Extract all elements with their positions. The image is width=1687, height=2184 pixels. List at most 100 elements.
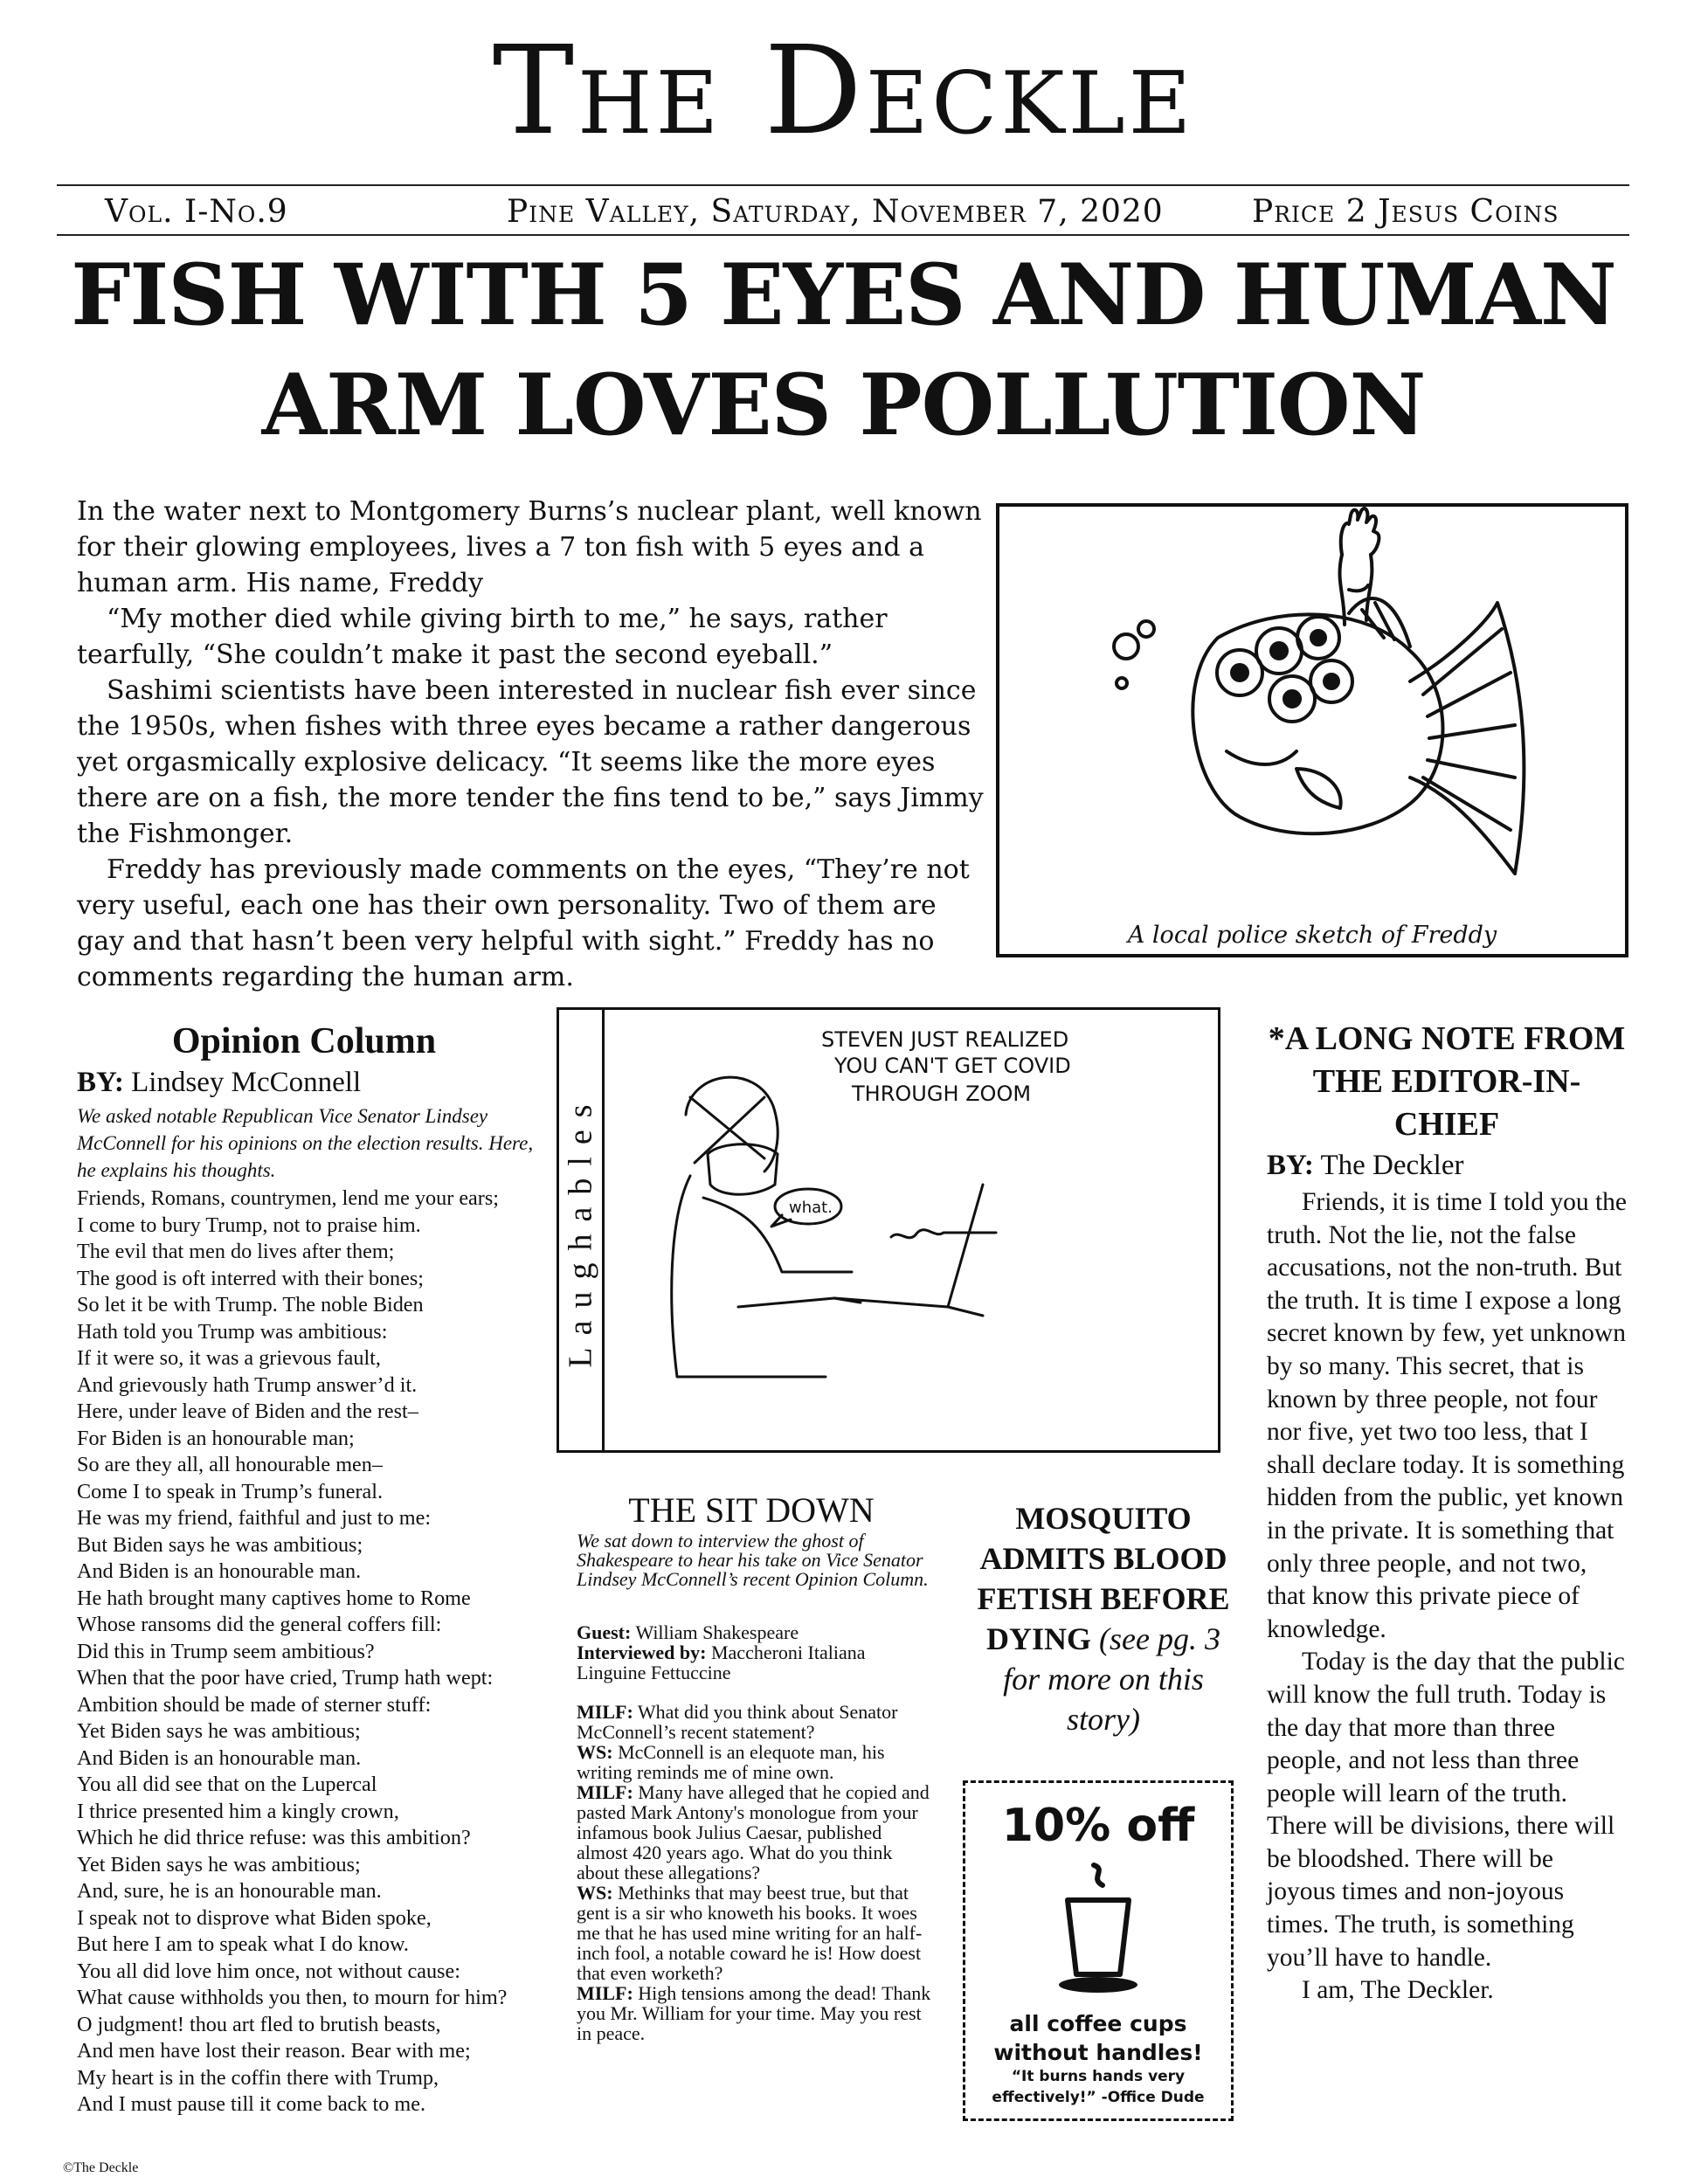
poem-line: Friends, Romans, countrymen, lend me you…	[77, 1186, 499, 1210]
fish-sketch-caption: A local police sketch of Freddy	[1127, 922, 1497, 949]
qa-item: WS: Methinks that may beest true, but th…	[577, 1883, 935, 1983]
price: Price 2 Jesus Coins	[1252, 194, 1559, 230]
poem-line: He hath brought many captives home to Ro…	[77, 1586, 471, 1610]
poem-line: Yet Biden says he was ambitious;	[77, 1852, 361, 1876]
qa-speaker: WS:	[577, 1882, 613, 1904]
poem-line: If it were so, it was a grievous fault,	[77, 1346, 381, 1370]
masthead-bottom-rule	[57, 234, 1629, 236]
editor-paragraph-2: Today is the day that the public will kn…	[1267, 1648, 1625, 1972]
guest-name: William Shakespeare	[635, 1621, 799, 1643]
copyright-notice: ©The Deckle	[63, 2160, 139, 2175]
qa-speaker: MILF:	[577, 1781, 633, 1803]
sit-down-body: Guest: William Shakespeare Interviewed b…	[577, 1622, 935, 2043]
poem-line: Whose ransoms did the general coffers fi…	[77, 1613, 442, 1636]
poem-line: I speak not to disprove what Biden spoke…	[77, 1905, 432, 1930]
poem-line: He was my friend, faithful and just to m…	[77, 1506, 432, 1530]
lead-paragraph-4: Freddy has previously made comments on t…	[77, 854, 970, 992]
poem-line: I come to bury Trump, not to praise him.	[77, 1213, 421, 1237]
poem-line: But Biden says he was ambitious;	[77, 1532, 363, 1557]
volume-number: Vol. I-No.9	[105, 194, 288, 230]
poem-line: Ambition should be made of sterner stuff…	[77, 1692, 432, 1717]
sit-down-title: THE SIT DOWN	[628, 1490, 875, 1530]
poem-line: Come I to speak in Trump’s funeral.	[77, 1479, 384, 1503]
masthead-title: The Deckle	[492, 20, 1195, 162]
opinion-poem: Friends, Romans, countrymen, lend me you…	[77, 1185, 549, 2118]
poem-line: The evil that men do lives after them;	[77, 1240, 395, 1263]
comic-caption-line-1: STEVEN JUST REALIZED	[821, 1027, 1068, 1052]
poem-line: You all did see that on the Lupercal	[77, 1773, 377, 1796]
poem-line: And Biden is an honourable man.	[77, 1559, 362, 1583]
poem-line: O judgment! thou art fled to brutish bea…	[77, 2012, 441, 2036]
qa-text: McConnell is an elequote man, his writin…	[577, 1741, 885, 1783]
poem-line: And, sure, he is an honourable man.	[77, 1879, 382, 1903]
poem-line: But here I am to speak what I do know.	[77, 1932, 409, 1956]
poem-line: When that the poor have cried, Trump hat…	[77, 1666, 494, 1690]
fish-sketch-frame	[996, 503, 1628, 957]
editor-note-body: Friends, it is time I told you the truth…	[1267, 1186, 1627, 2008]
poem-line: Yet Biden says he was ambitious;	[77, 1719, 361, 1743]
qa-speaker: MILF:	[577, 1701, 633, 1723]
editor-note-title: *A LONG NOTE FROM THE EDITOR-IN-CHIEF	[1268, 1020, 1626, 1143]
byline-label: BY:	[1267, 1150, 1314, 1181]
poem-line: I thrice presented him a kingly crown,	[77, 1799, 399, 1823]
place-date: Pine Valley, Saturday, November 7, 2020	[507, 194, 1164, 230]
poem-line: What cause withholds you then, to mourn …	[77, 1986, 508, 2009]
editor-paragraph-1: Friends, it is time I told you the truth…	[1267, 1188, 1628, 1643]
poem-line: Here, under leave of Biden and the rest–	[77, 1400, 418, 1423]
poem-line: And men have lost their reason. Bear wit…	[77, 2039, 471, 2063]
poem-line: You all did love him once, not without c…	[77, 1959, 460, 1983]
laughables-cartoon: STEVEN JUST REALIZED YOU CAN'T GET COVID…	[670, 1027, 1071, 1379]
poem-line: Hath told you Trump was ambitious:	[77, 1319, 388, 1344]
poem-line: My heart is in the coffin there with Tru…	[77, 2065, 439, 2090]
qa-text: Methinks that may beest true, but that g…	[577, 1882, 923, 1984]
opinion-author: Lindsey McConnell	[131, 1067, 362, 1098]
qa-item: WS: McConnell is an elequote man, his wr…	[577, 1742, 935, 1782]
comic-caption-line-2: YOU CAN'T GET COVID	[833, 1054, 1071, 1078]
laughables-label: Laughables	[562, 1092, 599, 1368]
coupon-offer: 10% off	[1001, 1800, 1195, 1852]
editor-note-byline: BY: The Deckler	[1267, 1147, 1463, 1184]
lead-paragraph-2: “My mother died while giving birth to me…	[77, 604, 888, 670]
poem-line: For Biden is an honourable man;	[77, 1426, 355, 1450]
lead-paragraph-1: In the water next to Montgomery Burns’s …	[77, 496, 982, 598]
fish-sketch-illustration	[1112, 507, 1526, 875]
byline-label: BY:	[77, 1067, 124, 1098]
poem-line: And I must pause till it come back to me…	[77, 2092, 426, 2116]
poem-line: And Biden is an honourable man.	[77, 1745, 362, 1770]
qa-item: MILF: What did you think about Senator M…	[577, 1702, 935, 1742]
guest-label: Guest:	[577, 1621, 632, 1643]
poem-line: And grievously hath Trump answer’d it.	[77, 1372, 418, 1397]
sit-down-intro: We sat down to interview the ghost of Sh…	[577, 1530, 929, 1590]
poem-line: The good is oft interred with their bone…	[77, 1266, 424, 1290]
headline-line-1: FISH WITH 5 EYES AND HUMAN	[71, 245, 1616, 344]
opinion-intro: We asked notable Republican Vice Senator…	[77, 1105, 534, 1181]
lead-story: In the water next to Montgomery Burns’s …	[77, 494, 985, 995]
mosquito-story: MOSQUITO ADMITS BLOOD FETISH BEFORE DYIN…	[968, 1498, 1239, 1739]
opinion-column-title: Opinion Column	[171, 1021, 437, 1061]
coupon-description: all coffee cups without handles!	[963, 2009, 1234, 2067]
opinion-byline: BY: Lindsey McConnell	[77, 1064, 531, 1101]
poem-line: Which he did thrice refuse: was this amb…	[77, 1826, 471, 1849]
guest-line: Guest: William Shakespeare	[577, 1622, 935, 1642]
qa-speaker: WS:	[577, 1741, 613, 1763]
editor-note-author: The Deckler	[1320, 1150, 1464, 1181]
coupon-line-1: all coffee cups	[1009, 2011, 1187, 2036]
poem-line: So are they all, all honourable men–	[77, 1453, 383, 1476]
comic-caption-line-3: THROUGH ZOOM	[851, 1082, 1031, 1106]
coffee-cup-icon	[1059, 1863, 1137, 1993]
interviewer-line: Interviewed by: Maccheroni Italiana Ling…	[577, 1642, 935, 1683]
qa-item: MILF: Many have alleged that he copied a…	[577, 1782, 935, 1883]
comic-speech-text: what.	[789, 1199, 833, 1217]
masthead-top-rule	[57, 184, 1629, 186]
poem-line: So let it be with Trump. The noble Biden	[77, 1293, 424, 1317]
interviewer-label: Interviewed by:	[577, 1641, 707, 1663]
qa-item: MILF: High tensions among the dead! Than…	[577, 1983, 935, 2043]
editor-paragraph-3: I am, The Deckler.	[1302, 1976, 1494, 2005]
poem-line: Did this in Trump seem ambitious?	[77, 1639, 375, 1663]
coupon-line-2: without handles!	[993, 2040, 1203, 2065]
lead-paragraph-3: Sashimi scientists have been interested …	[77, 675, 984, 849]
laughables-label-wrap: Laughables	[557, 1007, 605, 1453]
headline-line-2: ARM LOVES POLLUTION	[261, 356, 1427, 454]
coupon-quote: “It burns hands very effectively!” -Offi…	[992, 2068, 1205, 2106]
